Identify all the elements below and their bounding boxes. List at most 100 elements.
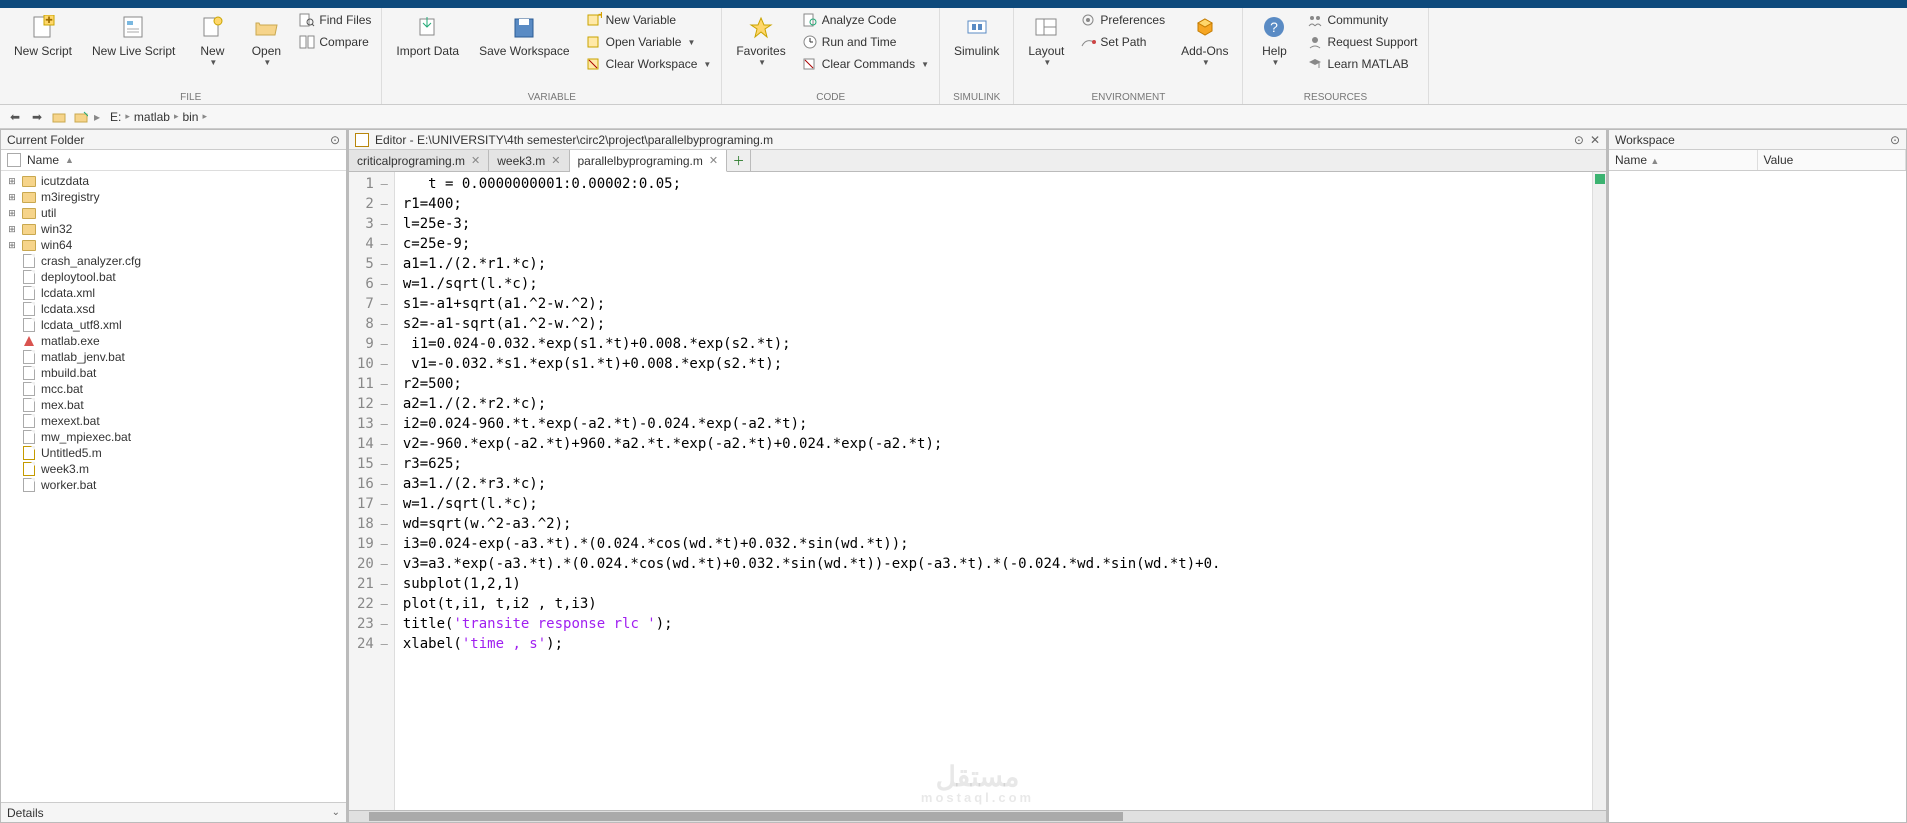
folder-header[interactable]: Name ▲ bbox=[1, 150, 346, 171]
layout-button[interactable]: Layout ▼ bbox=[1020, 10, 1072, 72]
code-line[interactable]: wd=sqrt(w.^2-a3.^2); bbox=[403, 514, 1584, 534]
simulink-button[interactable]: Simulink bbox=[946, 10, 1007, 62]
code-line[interactable]: i1=0.024-0.032.*exp(s1.*t)+0.008.*exp(s2… bbox=[403, 334, 1584, 354]
code-line[interactable]: title('transite response rlc '); bbox=[403, 614, 1584, 634]
expand-icon[interactable]: ⊞ bbox=[7, 192, 17, 203]
file-row[interactable]: worker.bat bbox=[1, 477, 346, 493]
tab-close-icon[interactable]: ✕ bbox=[471, 154, 480, 167]
file-row[interactable]: mexext.bat bbox=[1, 413, 346, 429]
file-row[interactable]: Untitled5.m bbox=[1, 445, 346, 461]
favorites-button[interactable]: Favorites ▼ bbox=[728, 10, 793, 72]
panel-close-icon[interactable]: ✕ bbox=[1590, 133, 1600, 147]
panel-menu-icon[interactable]: ⊙ bbox=[1890, 133, 1900, 147]
file-row[interactable]: matlab_jenv.bat bbox=[1, 349, 346, 365]
code-line[interactable]: xlabel('time , s'); bbox=[403, 634, 1584, 654]
code-editor[interactable]: 1–2–3–4–5–6–7–8–9–10–11–12–13–14–15–16–1… bbox=[349, 172, 1606, 810]
file-row[interactable]: ⊞util bbox=[1, 205, 346, 221]
code-line[interactable]: i3=0.024-exp(-a3.*t).*(0.024.*cos(wd.*t)… bbox=[403, 534, 1584, 554]
details-bar[interactable]: Details ⌄ bbox=[1, 802, 346, 822]
expand-icon[interactable]: ⊞ bbox=[7, 176, 17, 187]
code-line[interactable]: subplot(1,2,1) bbox=[403, 574, 1584, 594]
editor-tab[interactable]: criticalprograming.m✕ bbox=[349, 150, 489, 171]
request-support-button[interactable]: Request Support bbox=[1303, 32, 1421, 52]
tab-close-icon[interactable]: ✕ bbox=[709, 154, 718, 167]
help-button[interactable]: ? Help ▼ bbox=[1249, 10, 1299, 72]
learn-matlab-button[interactable]: Learn MATLAB bbox=[1303, 54, 1421, 74]
code-line[interactable]: r1=400; bbox=[403, 194, 1584, 214]
nav-forward-button[interactable]: ➡ bbox=[28, 108, 46, 126]
code-line[interactable]: a1=1./(2.*r1.*c); bbox=[403, 254, 1584, 274]
file-row[interactable]: mcc.bat bbox=[1, 381, 346, 397]
compare-button[interactable]: Compare bbox=[295, 32, 375, 52]
code-line[interactable]: r3=625; bbox=[403, 454, 1584, 474]
breadcrumb-part[interactable]: E: bbox=[110, 110, 121, 124]
new-button[interactable]: New ▼ bbox=[187, 10, 237, 72]
workspace-col-name[interactable]: Name ▲ bbox=[1609, 150, 1758, 170]
code-line[interactable]: i2=0.024-960.*t.*exp(-a2.*t)-0.024.*exp(… bbox=[403, 414, 1584, 434]
nav-browse-button[interactable] bbox=[72, 108, 90, 126]
file-row[interactable]: ⊞win64 bbox=[1, 237, 346, 253]
workspace-header[interactable]: Name ▲ Value bbox=[1609, 150, 1906, 171]
code-line[interactable]: v2=-960.*exp(-a2.*t)+960.*a2.*t.*exp(-a2… bbox=[403, 434, 1584, 454]
file-row[interactable]: mex.bat bbox=[1, 397, 346, 413]
code-line[interactable]: w=1./sqrt(l.*c); bbox=[403, 494, 1584, 514]
code-line[interactable]: plot(t,i1, t,i2 , t,i3) bbox=[403, 594, 1584, 614]
file-row[interactable]: lcdata.xsd bbox=[1, 301, 346, 317]
editor-tab[interactable]: week3.m✕ bbox=[489, 150, 569, 171]
new-variable-button[interactable]: ✚ New Variable bbox=[582, 10, 716, 30]
find-files-button[interactable]: Find Files bbox=[295, 10, 375, 30]
code-line[interactable]: t = 0.0000000001:0.00002:0.05; bbox=[403, 174, 1584, 194]
expand-icon[interactable]: ⊞ bbox=[7, 240, 17, 251]
expand-icon[interactable]: ⊞ bbox=[7, 224, 17, 235]
code-line[interactable]: v1=-0.032.*s1.*exp(s1.*t)+0.008.*exp(s2.… bbox=[403, 354, 1584, 374]
clear-workspace-button[interactable]: Clear Workspace ▼ bbox=[582, 54, 716, 74]
import-data-button[interactable]: Import Data bbox=[388, 10, 467, 62]
scrollbar-thumb[interactable] bbox=[369, 812, 1123, 821]
code-line[interactable]: w=1./sqrt(l.*c); bbox=[403, 274, 1584, 294]
code-line[interactable]: v3=a3.*exp(-a3.*t).*(0.024.*cos(wd.*t)+0… bbox=[403, 554, 1584, 574]
file-row[interactable]: ⊞win32 bbox=[1, 221, 346, 237]
file-row[interactable]: mbuild.bat bbox=[1, 365, 346, 381]
clear-commands-button[interactable]: Clear Commands ▼ bbox=[798, 54, 933, 74]
file-row[interactable]: matlab.exe bbox=[1, 333, 346, 349]
code-line[interactable]: r2=500; bbox=[403, 374, 1584, 394]
workspace-col-value[interactable]: Value bbox=[1758, 150, 1907, 170]
panel-menu-icon[interactable]: ⊙ bbox=[330, 133, 340, 147]
code-content[interactable]: t = 0.0000000001:0.00002:0.05;r1=400;l=2… bbox=[395, 172, 1592, 810]
code-line[interactable]: c=25e-9; bbox=[403, 234, 1584, 254]
run-and-time-button[interactable]: Run and Time bbox=[798, 32, 933, 52]
file-row[interactable]: ⊞icutzdata bbox=[1, 173, 346, 189]
file-row[interactable]: crash_analyzer.cfg bbox=[1, 253, 346, 269]
code-line[interactable]: s1=-a1+sqrt(a1.^2-w.^2); bbox=[403, 294, 1584, 314]
analyze-code-button[interactable]: Analyze Code bbox=[798, 10, 933, 30]
save-workspace-button[interactable]: Save Workspace bbox=[471, 10, 578, 62]
open-variable-button[interactable]: Open Variable ▼ bbox=[582, 32, 716, 52]
community-button[interactable]: Community bbox=[1303, 10, 1421, 30]
chevron-down-icon[interactable]: ⌄ bbox=[332, 807, 340, 818]
set-path-button[interactable]: Set Path bbox=[1076, 32, 1169, 52]
tab-close-icon[interactable]: ✕ bbox=[551, 154, 560, 167]
file-row[interactable]: lcdata_utf8.xml bbox=[1, 317, 346, 333]
new-live-script-button[interactable]: New Live Script bbox=[84, 10, 183, 62]
file-list[interactable]: ⊞icutzdata⊞m3iregistry⊞util⊞win32⊞win64c… bbox=[1, 171, 346, 802]
tab-add-button[interactable]: ＋ bbox=[727, 150, 751, 171]
file-row[interactable]: week3.m bbox=[1, 461, 346, 477]
file-row[interactable]: ⊞m3iregistry bbox=[1, 189, 346, 205]
preferences-button[interactable]: Preferences bbox=[1076, 10, 1169, 30]
breadcrumb[interactable]: E: ▸ matlab ▸ bin ▸ bbox=[110, 110, 207, 124]
nav-back-button[interactable]: ⬅ bbox=[6, 108, 24, 126]
breadcrumb-part[interactable]: matlab bbox=[134, 110, 170, 124]
breadcrumb-part[interactable]: bin bbox=[182, 110, 198, 124]
new-script-button[interactable]: ✚ New Script bbox=[6, 10, 80, 62]
workspace-body[interactable] bbox=[1609, 171, 1906, 822]
addons-button[interactable]: Add-Ons ▼ bbox=[1173, 10, 1236, 72]
file-row[interactable]: deploytool.bat bbox=[1, 269, 346, 285]
editor-tab[interactable]: parallelbyprograming.m✕ bbox=[570, 150, 728, 172]
open-button[interactable]: Open ▼ bbox=[241, 10, 291, 72]
horizontal-scrollbar[interactable] bbox=[349, 810, 1606, 822]
code-line[interactable]: a2=1./(2.*r2.*c); bbox=[403, 394, 1584, 414]
file-row[interactable]: mw_mpiexec.bat bbox=[1, 429, 346, 445]
code-line[interactable]: a3=1./(2.*r3.*c); bbox=[403, 474, 1584, 494]
panel-dock-icon[interactable]: ⊙ bbox=[1574, 133, 1584, 147]
nav-up-button[interactable] bbox=[50, 108, 68, 126]
